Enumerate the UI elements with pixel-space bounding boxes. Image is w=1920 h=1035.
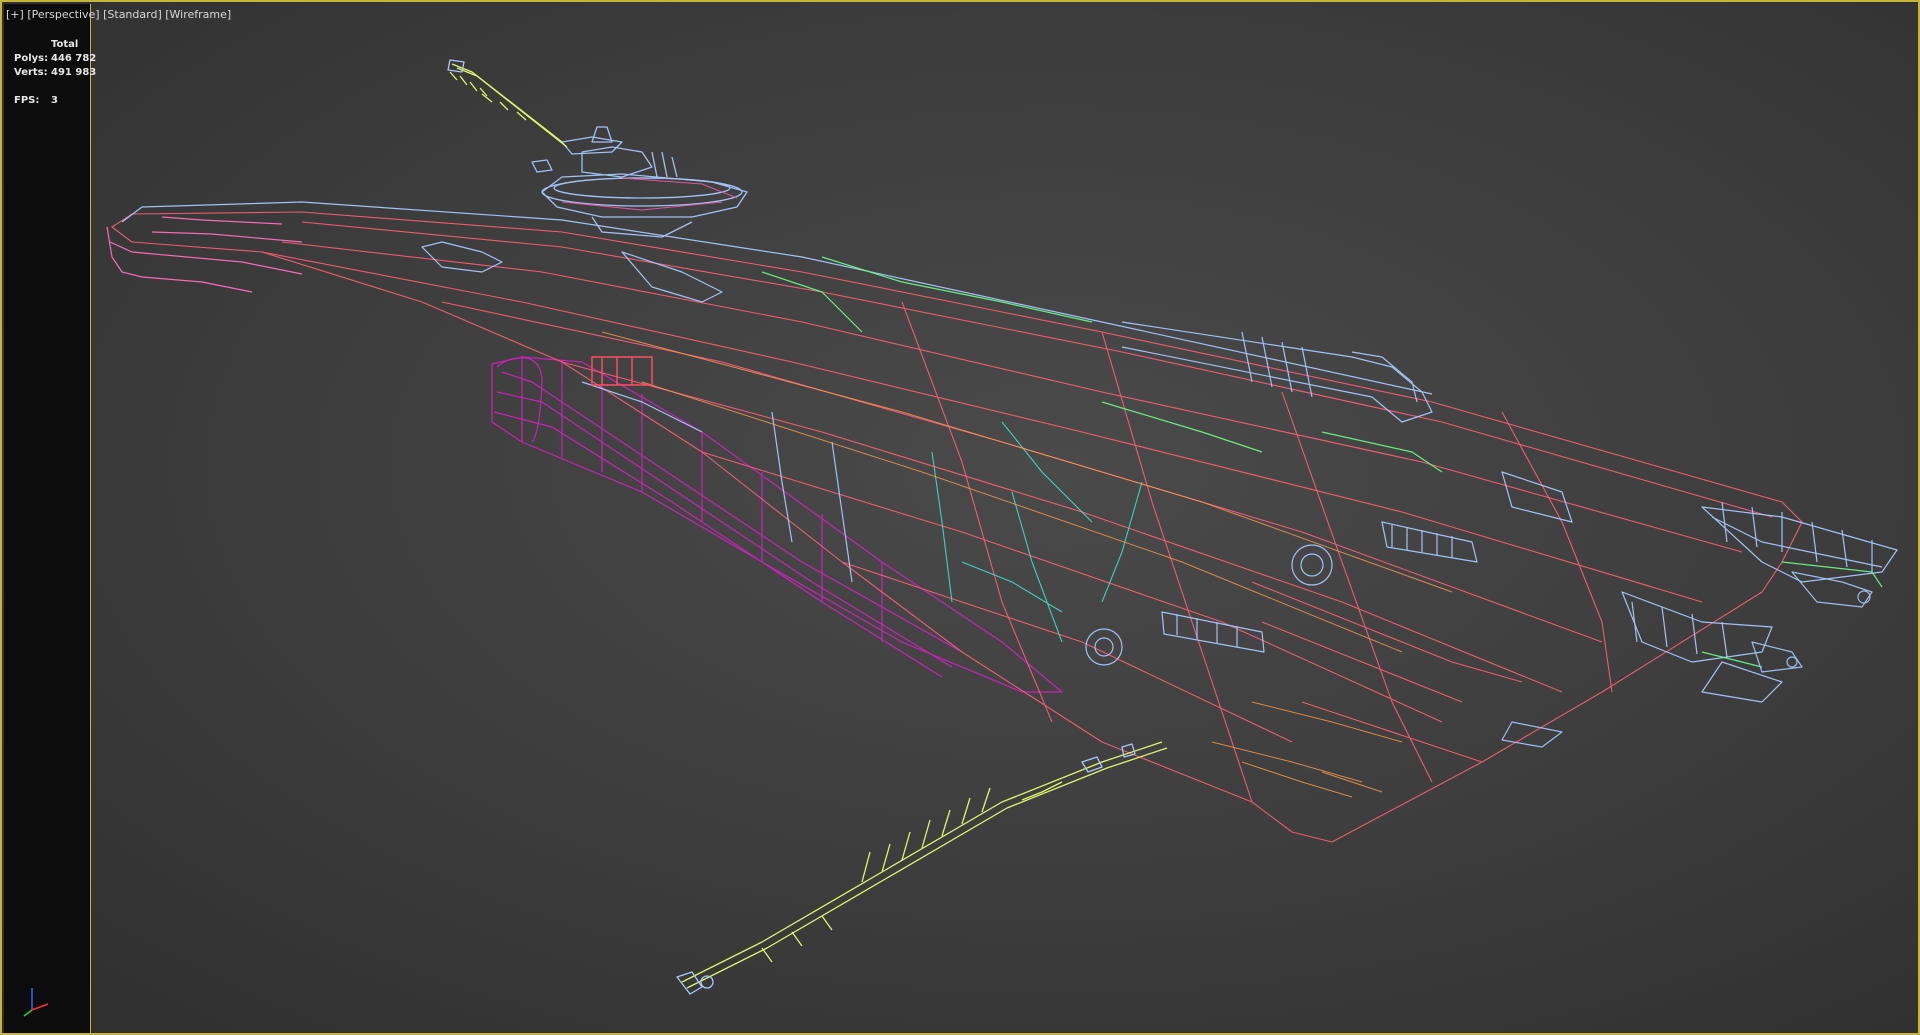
window-blocks bbox=[591, 356, 653, 386]
stats-polys-label: Polys: bbox=[14, 53, 49, 64]
top-antenna bbox=[449, 63, 568, 148]
viewport-label-bar: [+] [Perspective] [Standard] [Wireframe] bbox=[6, 8, 231, 21]
stats-fps-row: FPS: 3 bbox=[14, 94, 96, 108]
stats-fps-label: FPS: bbox=[14, 95, 40, 106]
wireframe-spaceship-model[interactable] bbox=[2, 2, 1918, 1033]
shading-preset-label[interactable]: [Standard] bbox=[103, 8, 162, 21]
stats-fps-value: 3 bbox=[51, 95, 58, 106]
view-label-perspective[interactable]: [Perspective] bbox=[27, 8, 99, 21]
stats-polys-value: 446 782 bbox=[51, 53, 97, 64]
orange-rib-lines bbox=[601, 331, 1453, 798]
stats-verts-value: 491 983 bbox=[51, 67, 97, 78]
viewport-statistics: Total Polys: 446 782 Verts: 491 983 FPS:… bbox=[14, 38, 96, 108]
green-accent-lines bbox=[761, 256, 1883, 668]
shading-mode-label[interactable]: [Wireframe] bbox=[165, 8, 231, 21]
axis-tripod-icon bbox=[23, 988, 49, 1017]
viewport-menu-button[interactable]: [+] bbox=[6, 8, 24, 21]
stats-polys-row: Polys: 446 782 bbox=[14, 52, 96, 66]
hull-upper-shell bbox=[111, 211, 1803, 843]
stats-verts-label: Verts: bbox=[14, 67, 48, 78]
stats-total-header: Total bbox=[51, 39, 79, 50]
viewport-perspective[interactable]: [+] [Perspective] [Standard] [Wireframe]… bbox=[0, 0, 1920, 1035]
stats-verts-row: Verts: 491 983 bbox=[14, 66, 96, 80]
hull-lower-belly bbox=[491, 356, 1063, 693]
top-deck-detail bbox=[121, 201, 1898, 703]
lower-antenna bbox=[681, 741, 1168, 989]
lower-antenna-details bbox=[676, 743, 1136, 995]
